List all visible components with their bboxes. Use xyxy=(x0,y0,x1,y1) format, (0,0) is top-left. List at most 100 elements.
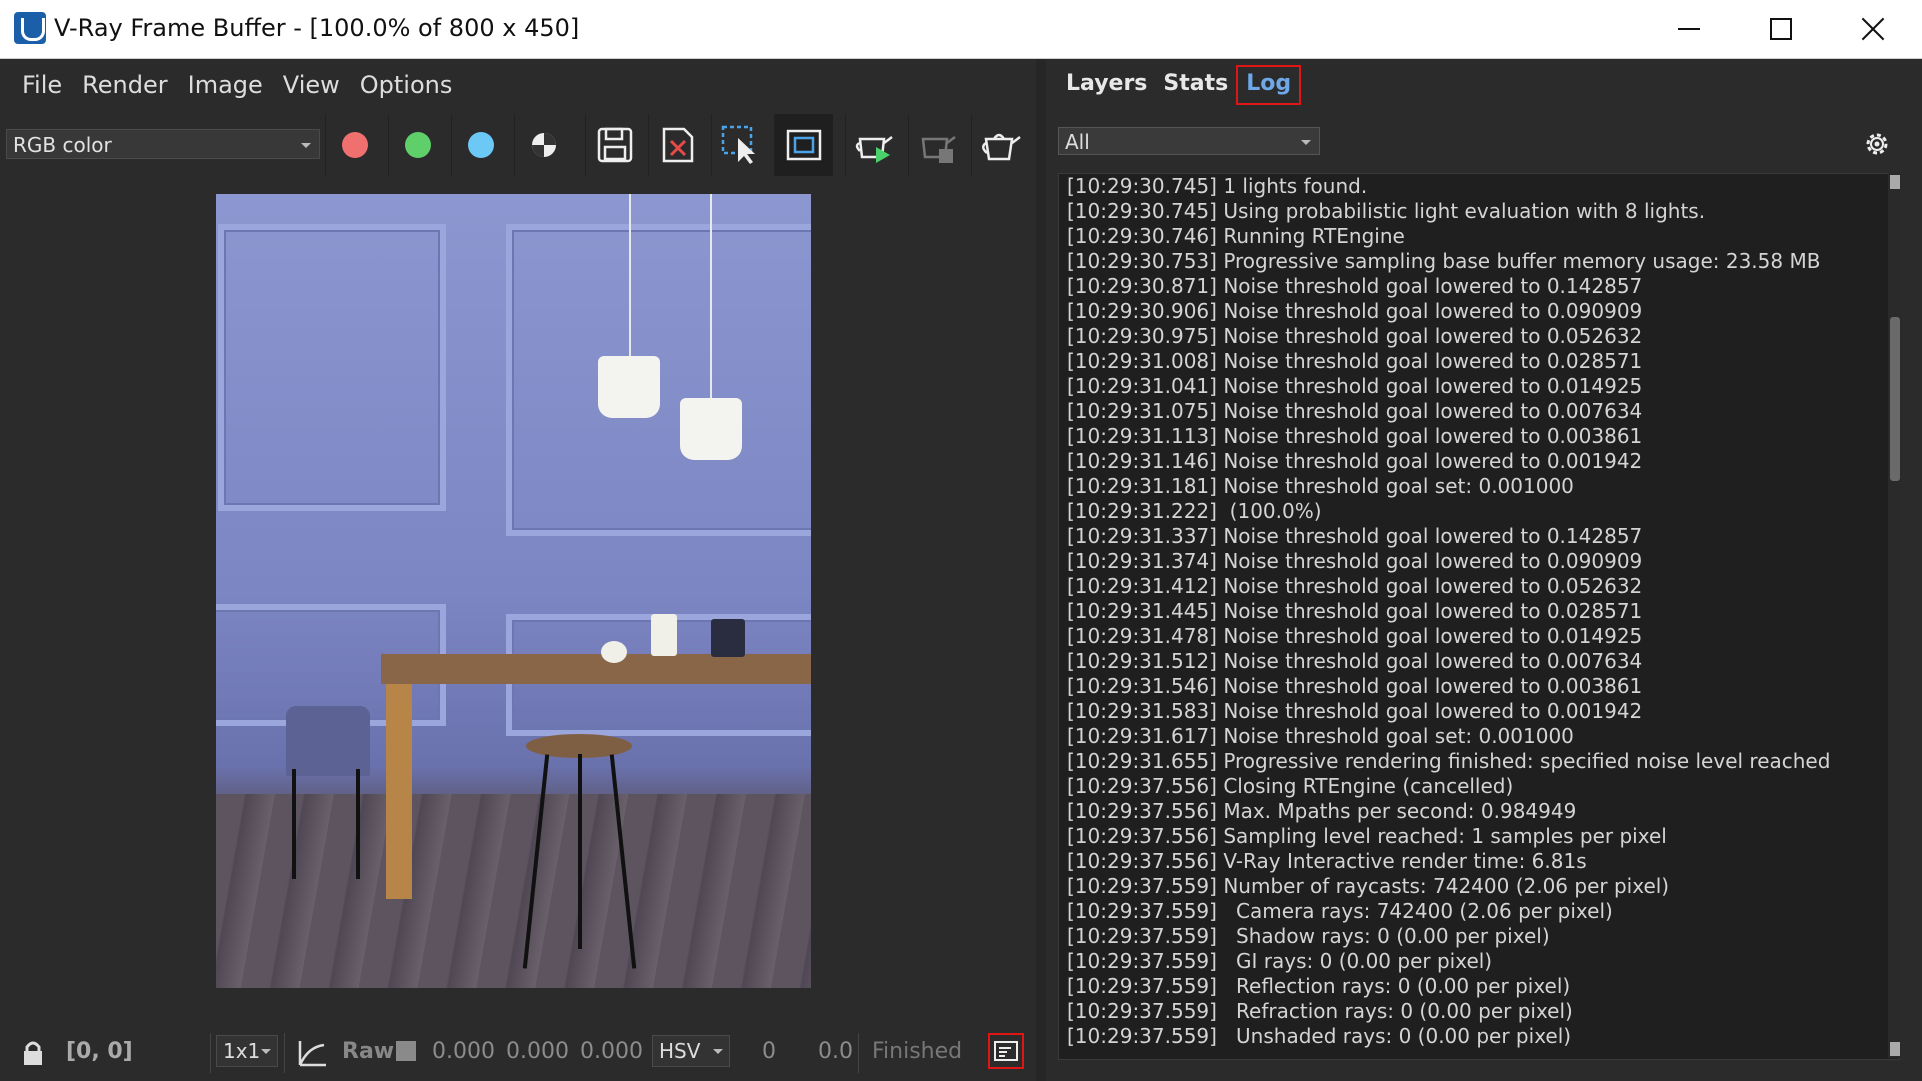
tab-stats[interactable]: Stats xyxy=(1155,65,1236,105)
lock-icon[interactable] xyxy=(18,1039,48,1069)
vray-logo-icon xyxy=(14,12,46,44)
log-line: [10:29:31.041] Noise threshold goal lowe… xyxy=(1067,374,1643,398)
render-interactive-button[interactable] xyxy=(845,114,904,176)
red-channel-button[interactable] xyxy=(325,114,384,176)
scrollbar-thumb[interactable] xyxy=(1890,317,1900,481)
scroll-down-icon[interactable] xyxy=(1890,1042,1900,1056)
stool-leg xyxy=(578,754,582,949)
red-dot-icon xyxy=(342,132,368,158)
table xyxy=(381,654,811,684)
blue-dot-icon xyxy=(468,132,494,158)
red-value: 0.000 xyxy=(432,1039,495,1064)
log-line: [10:29:30.745] Using probabilistic light… xyxy=(1067,199,1706,223)
separator xyxy=(210,1033,211,1073)
pendant-lamp xyxy=(598,356,660,418)
maximize-button[interactable] xyxy=(1735,0,1827,58)
menu-image[interactable]: Image xyxy=(178,67,273,107)
status-bar: [0, 0] 1x1 Raw 0.000 0.000 0.000 HSV 0 0… xyxy=(0,1027,1036,1081)
tab-log[interactable]: Log xyxy=(1236,65,1302,105)
log-line: [10:29:31.655] Progressive rendering fin… xyxy=(1067,749,1831,773)
close-icon xyxy=(1861,17,1885,41)
stop-render-button[interactable] xyxy=(908,114,967,176)
hue-value: 0 xyxy=(762,1039,776,1064)
channel-select[interactable]: RGB color xyxy=(6,129,320,159)
log-line: [10:29:37.559] Shadow rays: 0 (0.00 per … xyxy=(1067,924,1550,948)
green-channel-button[interactable] xyxy=(388,114,447,176)
clear-image-button[interactable] xyxy=(648,114,707,176)
panel-splitter[interactable] xyxy=(1036,59,1046,1081)
title-bar: V-Ray Frame Buffer - [100.0% of 800 x 45… xyxy=(0,0,1922,59)
log-line: [10:29:31.181] Noise threshold goal set:… xyxy=(1067,474,1574,498)
menu-options[interactable]: Options xyxy=(350,67,463,107)
menu-file[interactable]: File xyxy=(12,67,72,107)
frame-icon xyxy=(786,129,822,161)
log-line: [10:29:37.559] Reflection rays: 0 (0.00 … xyxy=(1067,974,1571,998)
render-button[interactable] xyxy=(971,114,1030,176)
log-line: [10:29:37.556] Sampling level reached: 1… xyxy=(1067,824,1667,848)
window-title: V-Ray Frame Buffer - [100.0% of 800 x 45… xyxy=(54,14,580,42)
log-line: [10:29:30.975] Noise threshold goal lowe… xyxy=(1067,324,1643,348)
log-line: [10:29:37.559] Refraction rays: 0 (0.00 … xyxy=(1067,999,1573,1023)
log-line: [10:29:30.746] Running RTEngine xyxy=(1067,224,1405,248)
chevron-down-icon xyxy=(1301,140,1311,145)
log-output[interactable]: [10:29:30.745] 1 lights found. [10:29:30.… xyxy=(1058,173,1900,1060)
log-scrollbar[interactable] xyxy=(1888,173,1902,1058)
render-status: Finished xyxy=(872,1039,963,1064)
log-line: [10:29:37.559] Camera rays: 742400 (2.06… xyxy=(1067,899,1613,923)
floor xyxy=(216,794,811,988)
teapot-icon xyxy=(982,133,1021,161)
log-line: [10:29:30.753] Progressive sampling base… xyxy=(1067,249,1821,273)
raw-label: Raw xyxy=(342,1039,395,1064)
log-line: [10:29:37.559] Number of raycasts: 74240… xyxy=(1067,874,1670,898)
wall-panel xyxy=(218,224,446,511)
alpha-channel-button[interactable] xyxy=(514,114,573,176)
clear-image-icon xyxy=(662,127,694,163)
track-mouse-button[interactable] xyxy=(774,114,833,176)
menu-render[interactable]: Render xyxy=(72,67,177,107)
jar xyxy=(711,619,745,657)
ratio-value: 1x1 xyxy=(223,1039,261,1063)
scroll-up-icon[interactable] xyxy=(1890,175,1900,189)
log-line: [10:29:30.745] 1 lights found. xyxy=(1067,174,1368,198)
log-line: [10:29:31.075] Noise threshold goal lowe… xyxy=(1067,399,1643,423)
close-button[interactable] xyxy=(1827,0,1919,58)
menu-view[interactable]: View xyxy=(273,67,350,107)
pendant-lamp xyxy=(680,398,742,460)
log-line: [10:29:31.146] Noise threshold goal lowe… xyxy=(1067,449,1643,473)
save-image-button[interactable] xyxy=(585,114,644,176)
lamp-cord xyxy=(629,194,631,359)
log-line: [10:29:30.871] Noise threshold goal lowe… xyxy=(1067,274,1643,298)
log-line: [10:29:37.556] Max. Mpaths per second: 0… xyxy=(1067,799,1577,823)
save-icon xyxy=(597,127,633,163)
log-filter-select[interactable]: All xyxy=(1058,127,1320,155)
log-line: [10:29:37.556] V-Ray Interactive render … xyxy=(1067,849,1587,873)
log-line: [10:29:31.546] Noise threshold goal lowe… xyxy=(1067,674,1643,698)
log-line: [10:29:31.008] Noise threshold goal lowe… xyxy=(1067,349,1643,373)
log-line: [10:29:31.617] Noise threshold goal set:… xyxy=(1067,724,1574,748)
tab-layers[interactable]: Layers xyxy=(1058,65,1155,105)
log-panel-icon xyxy=(994,1041,1018,1061)
stool-leg xyxy=(292,769,296,879)
rendered-image[interactable] xyxy=(216,194,811,988)
ratio-select[interactable]: 1x1 xyxy=(216,1035,278,1067)
log-line: [10:29:37.559] GI rays: 0 (0.00 per pixe… xyxy=(1067,949,1493,973)
saturation-value: 0.0 xyxy=(818,1039,853,1064)
color-mode-select[interactable]: HSV xyxy=(652,1035,730,1067)
log-line: [10:29:37.556] Closing RTEngine (cancell… xyxy=(1067,774,1514,798)
chevron-down-icon xyxy=(301,143,311,148)
color-swatch xyxy=(396,1041,416,1061)
blue-channel-button[interactable] xyxy=(451,114,510,176)
render-panel: File Render Image View Options RGB color xyxy=(0,59,1036,1081)
minimize-button[interactable] xyxy=(1643,0,1735,58)
log-line: [10:29:31.512] Noise threshold goal lowe… xyxy=(1067,649,1643,673)
teapot-play-icon xyxy=(855,136,893,163)
curve-icon[interactable] xyxy=(296,1037,328,1069)
log-panel: Layers Stats Log All [10:29:30.745] 1 li… xyxy=(1046,59,1922,1081)
toggle-log-button[interactable] xyxy=(988,1033,1024,1069)
gear-icon[interactable] xyxy=(1862,129,1892,159)
log-line: [10:29:31.478] Noise threshold goal lowe… xyxy=(1067,624,1643,648)
region-render-button[interactable] xyxy=(711,114,770,176)
stool-leg xyxy=(356,769,360,879)
log-filter-value: All xyxy=(1065,130,1090,154)
log-line: [10:29:31.412] Noise threshold goal lowe… xyxy=(1067,574,1643,598)
